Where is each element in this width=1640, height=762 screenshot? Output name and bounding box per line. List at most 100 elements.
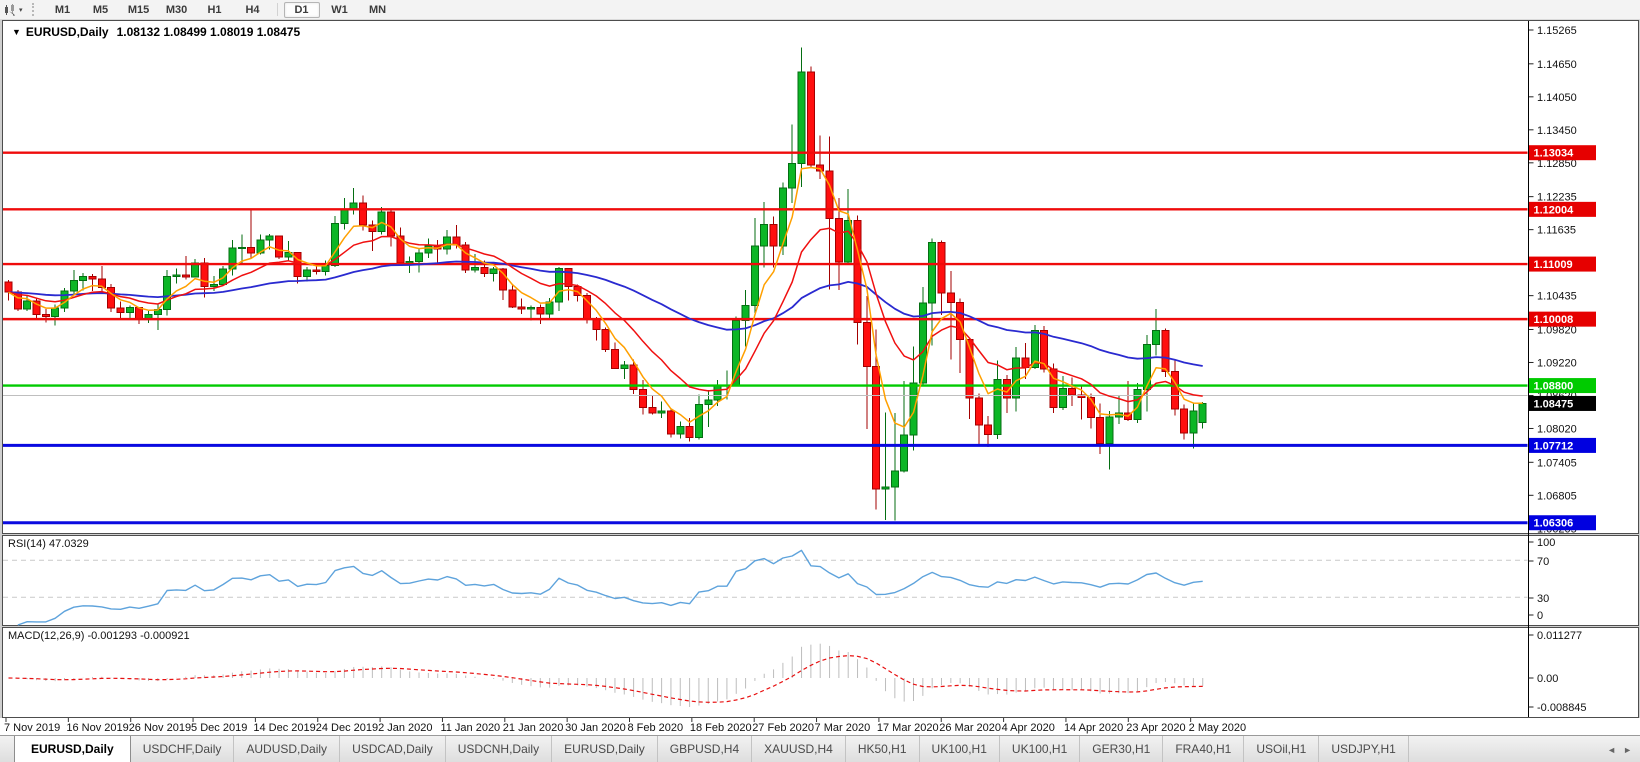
toolbar-separator [277,3,278,16]
date-tick-label: 4 Apr 2020 [1002,722,1055,734]
candle [807,72,814,165]
chart-tab-eurusd-daily[interactable]: EURUSD,Daily [14,736,131,762]
price-tick-label: 1.08020 [1537,423,1577,435]
rsi-pane[interactable] [3,536,1639,626]
candle [406,261,413,263]
candle [1059,388,1066,407]
chart-tab-eurusd-daily[interactable]: EURUSD,Daily [552,736,658,762]
candle [518,307,525,309]
mt4-window: ▾ M1M5M15M30H1H4 D1W1MN 1.152651.146501.1… [0,0,1640,762]
chart-tab-usdchf-daily[interactable]: USDCHF,Daily [131,736,235,762]
candle [686,426,693,437]
price-tick-label: 1.11635 [1537,225,1576,237]
candle [901,435,908,471]
candle [1171,371,1178,409]
candle [929,243,936,304]
timeframe-button-d1[interactable]: D1 [284,2,320,18]
crosshair-icon [3,3,17,17]
date-tick-label: 27 Feb 2020 [752,722,814,734]
candle [789,163,796,188]
rsi-tick-label: 100 [1537,537,1555,549]
date-tick-label: 21 Jan 2020 [503,722,564,734]
macd-tick-label: 0.00 [1537,673,1558,685]
toolbar-grip[interactable] [32,3,40,16]
candle [751,246,758,305]
candle [658,411,665,413]
candle [1190,411,1197,433]
candle [360,203,367,225]
chart-title: ▼EURUSD,Daily1.08132 1.08499 1.08019 1.0… [12,25,300,39]
chart-tab-xauusd-h4[interactable]: XAUUSD,H4 [752,736,846,762]
timeframe-button-h1[interactable]: H1 [197,2,233,18]
price-tick-label: 1.09220 [1537,357,1577,369]
candle [24,301,31,309]
chart-tab-gbpusd-h4[interactable]: GBPUSD,H4 [658,736,752,762]
chart-tab-usdcnh-daily[interactable]: USDCNH,Daily [446,736,552,762]
main-chart-pane[interactable] [3,21,1639,534]
rsi-tick-label: 70 [1537,556,1549,568]
candle [667,411,674,434]
date-tick-label: 26 Nov 2019 [129,722,191,734]
chart-tab-fra40-h1[interactable]: FRA40,H1 [1163,736,1244,762]
title-caret-icon[interactable]: ▼ [12,27,21,37]
candle [555,268,562,302]
candle [472,267,479,270]
chart-tabs: EURUSD,DailyUSDCHF,DailyAUDUSD,DailyUSDC… [0,736,1409,762]
candle [677,426,684,434]
candle [1013,358,1020,398]
date-tick-label: 8 Feb 2020 [628,722,684,734]
timeframe-button-mn[interactable]: MN [360,2,396,18]
macd-tick-label: -0.008845 [1537,702,1587,714]
timeframe-toolbar: M1M5M15M30H1H4 D1W1MN [45,2,396,18]
candle [705,400,712,404]
date-tick-label: 17 Mar 2020 [877,722,939,734]
candle [70,281,77,291]
timeframe-button-w1[interactable]: W1 [322,2,358,18]
timeframe-button-m30[interactable]: M30 [159,2,195,18]
candle [910,383,917,435]
candle [863,322,870,366]
price-badge-label: 1.13034 [1534,148,1575,160]
chart-symbol-period: EURUSD,Daily [26,25,109,39]
chart-tab-usdcad-daily[interactable]: USDCAD,Daily [340,736,446,762]
date-tick-label: 26 Mar 2020 [939,722,1001,734]
price-badge-label: 1.08475 [1534,398,1574,410]
timeframe-button-m1[interactable]: M1 [45,2,81,18]
candle [1199,403,1206,422]
candle [42,315,49,317]
timeframe-button-m15[interactable]: M15 [121,2,157,18]
tab-scroll-right-icon[interactable]: ► [1623,745,1632,755]
candle [537,307,544,314]
candle [527,307,534,309]
candle [304,270,311,277]
chart-tab-ger30-h1[interactable]: GER30,H1 [1080,736,1163,762]
candle [220,269,227,284]
chart-tab-hk50-h1[interactable]: HK50,H1 [846,736,920,762]
tab-scroll-left-icon[interactable]: ◄ [1607,745,1616,755]
timeframe-button-h4[interactable]: H4 [235,2,271,18]
chart-tab-usoil-h1[interactable]: USOil,H1 [1244,736,1319,762]
chart-tab-usdjpy-h1[interactable]: USDJPY,H1 [1319,736,1408,762]
candle [341,210,348,223]
timeframe-button-m5[interactable]: M5 [83,2,119,18]
candle [425,246,432,253]
chart-canvas[interactable]: 1.152651.146501.140501.134501.128501.122… [0,0,1640,762]
dropdown-caret-icon[interactable]: ▾ [19,6,23,14]
price-badge-label: 1.11009 [1534,259,1573,271]
candle [313,270,320,272]
candle [276,236,283,257]
price-tick-label: 1.14650 [1537,59,1577,71]
chart-tab-uk100-h1[interactable]: UK100,H1 [920,736,1000,762]
candle [891,471,898,487]
candle [593,320,600,330]
rsi-indicator-label: RSI(14) 47.0329 [8,538,89,550]
candle [509,290,516,307]
candle [182,275,189,277]
chart-tab-uk100-h1[interactable]: UK100,H1 [1000,736,1080,762]
candle [481,267,488,273]
crosshair-tool-button[interactable]: ▾ [1,1,25,18]
chart-tab-audusd-daily[interactable]: AUDUSD,Daily [234,736,340,762]
rsi-tick-label: 0 [1537,610,1543,622]
candle [117,308,124,312]
candle [444,237,451,249]
